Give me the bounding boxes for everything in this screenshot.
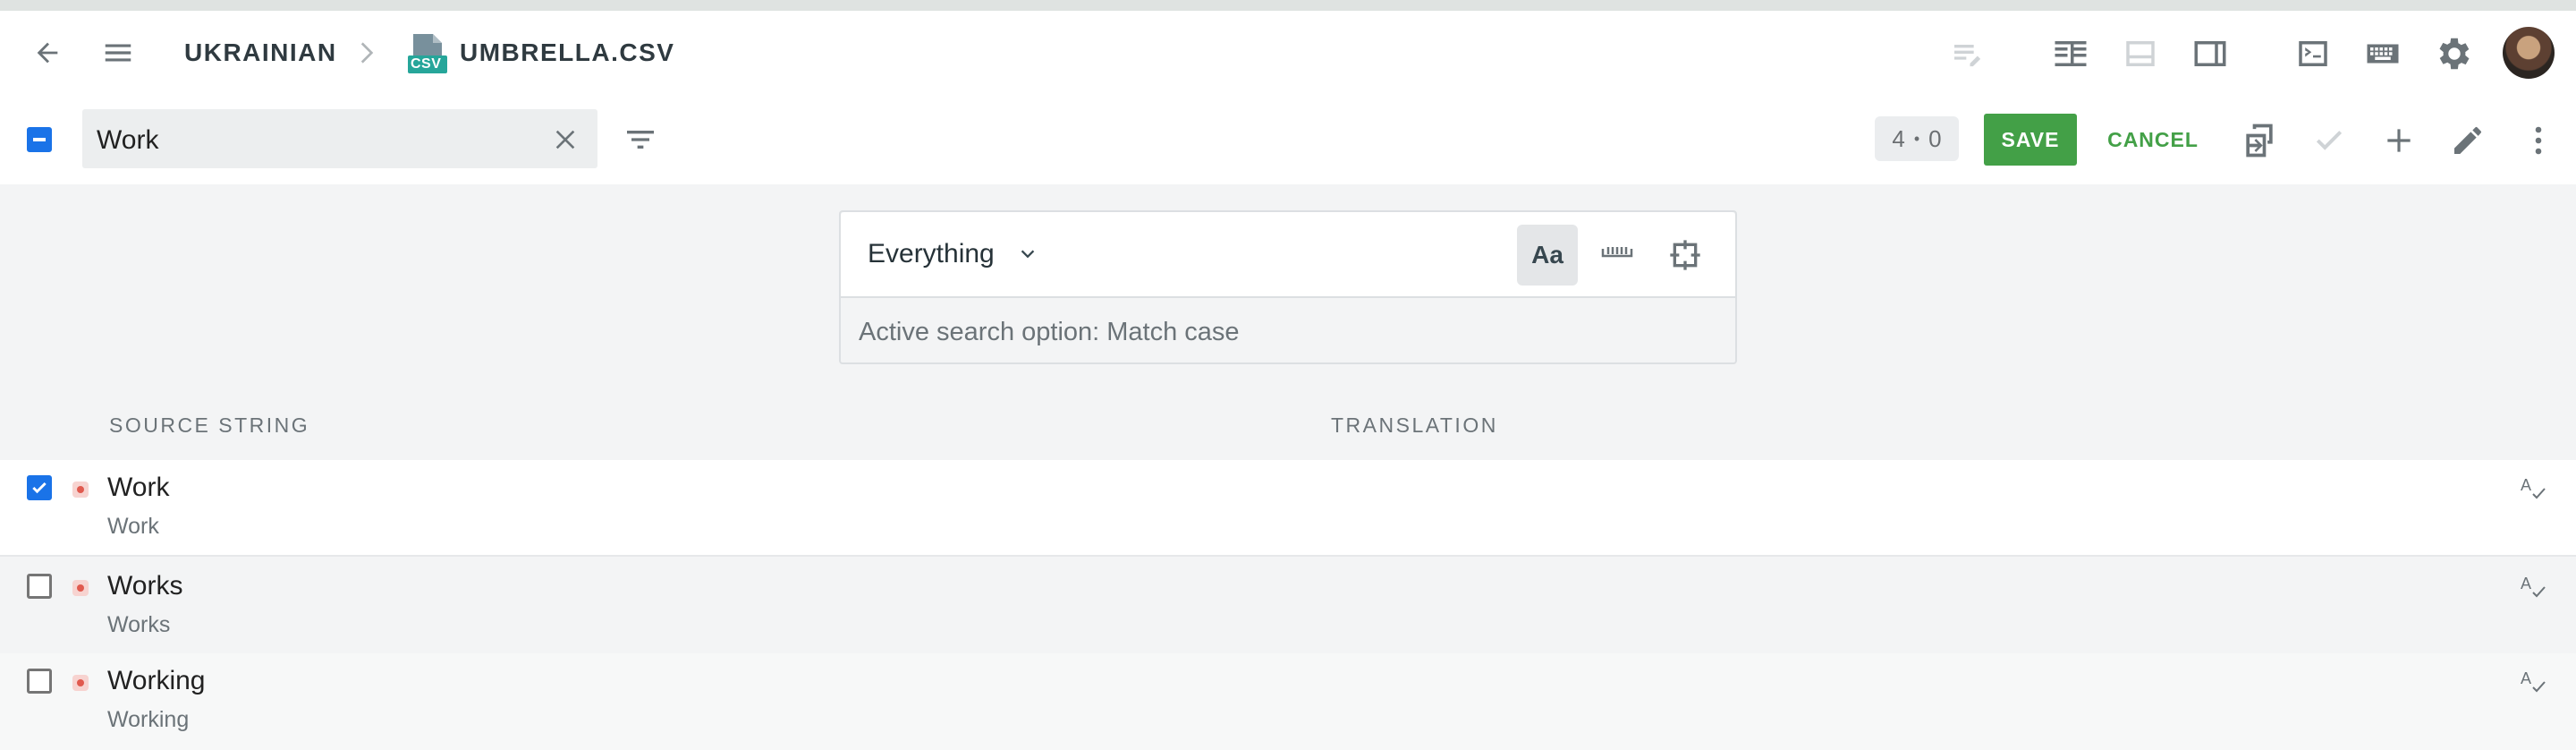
- bottom-panel-toggle[interactable]: [2118, 32, 2163, 75]
- context-text: Working: [107, 707, 190, 732]
- spellcheck-icon[interactable]: A: [2521, 474, 2547, 507]
- header-bar: UKRAINIAN CSV UMBRELLA.CSV: [0, 11, 2576, 95]
- row-checkbox[interactable]: [27, 475, 52, 500]
- row-checkbox[interactable]: [27, 669, 52, 694]
- arrow-left-icon: [37, 42, 58, 64]
- search-field[interactable]: Work: [82, 109, 597, 168]
- string-row[interactable]: Work Work A: [0, 460, 2576, 557]
- counter-separator: •: [1913, 129, 1920, 148]
- hamburger-icon: [105, 44, 131, 62]
- close-icon: [555, 130, 575, 149]
- exact-match-icon: [1670, 240, 1700, 270]
- filter-button[interactable]: [617, 118, 664, 161]
- svg-text:A: A: [2521, 669, 2531, 687]
- search-options-hint: Active search option: Match case: [859, 318, 1240, 346]
- source-text: Work: [107, 473, 170, 502]
- chevron-right-icon: [354, 38, 377, 72]
- keyboard-shortcuts-button[interactable]: [2360, 32, 2406, 75]
- settings-button[interactable]: [2431, 30, 2478, 77]
- file-type-badge: CSV: [411, 56, 442, 72]
- add-string-button[interactable]: [2377, 118, 2420, 163]
- svg-text:A: A: [2521, 476, 2531, 494]
- string-counter: 4 • 0: [1875, 116, 1959, 161]
- save-button[interactable]: SAVE: [1984, 114, 2077, 166]
- source-text: Works: [107, 571, 183, 601]
- user-avatar[interactable]: [2503, 27, 2555, 79]
- side-panel-icon: [2194, 41, 2226, 66]
- counter-left: 4: [1892, 124, 1905, 152]
- gear-icon: [2439, 38, 2470, 70]
- search-scope-select[interactable]: Everything: [868, 239, 1038, 269]
- back-button[interactable]: [25, 30, 70, 75]
- breadcrumb-language[interactable]: UKRAINIAN: [184, 38, 337, 67]
- untranslated-status-icon: [72, 482, 89, 498]
- untranslated-status-icon: [72, 580, 89, 596]
- chevron-down-icon: [1021, 250, 1034, 259]
- checkmark-icon: [32, 482, 47, 494]
- top-progress-strip: [0, 0, 2576, 11]
- clear-search-button[interactable]: [547, 122, 583, 158]
- string-row[interactable]: Working Working A: [0, 653, 2576, 750]
- match-case-label: Aa: [1531, 241, 1563, 268]
- string-row[interactable]: Works Works A: [0, 558, 2576, 655]
- counter-right: 0: [1928, 124, 1942, 152]
- spellcheck-icon[interactable]: A: [2521, 668, 2547, 701]
- context-text: Works: [107, 612, 171, 637]
- console-button[interactable]: [2290, 32, 2336, 75]
- pencil-icon: [2454, 127, 2481, 154]
- context-text: Work: [107, 514, 159, 539]
- breadcrumb-file-name[interactable]: UMBRELLA.CSV: [460, 38, 674, 67]
- table-layout-icon: [2055, 41, 2087, 66]
- check-icon: [2316, 131, 2343, 150]
- table-view-button[interactable]: [2048, 32, 2093, 75]
- plus-icon: [2387, 129, 2411, 152]
- editor-toolbar: Work 4 • 0 SAVE CANCEL: [0, 95, 2576, 184]
- translation-column-header: TRANSLATION: [1331, 413, 1498, 437]
- select-all-checkbox[interactable]: [27, 127, 52, 152]
- edit-string-button[interactable]: [2445, 118, 2490, 163]
- match-case-toggle[interactable]: Aa: [1517, 225, 1578, 286]
- bottom-panel-icon: [2126, 41, 2155, 66]
- minus-icon: [33, 138, 46, 141]
- untranslated-status-icon: [72, 675, 89, 691]
- csv-file-icon: CSV: [408, 32, 447, 75]
- menu-button[interactable]: [95, 30, 141, 75]
- search-options-bar: Everything Aa: [841, 212, 1735, 298]
- more-vert-icon: [2535, 126, 2542, 155]
- svg-text:A: A: [2521, 575, 2531, 592]
- source-text: Working: [107, 666, 206, 695]
- more-options-button[interactable]: [2521, 118, 2556, 163]
- spellcheck-icon[interactable]: A: [2521, 573, 2547, 606]
- copy-to-translation-icon: [2246, 124, 2273, 158]
- row-checkbox[interactable]: [27, 574, 52, 599]
- cancel-button[interactable]: CANCEL: [2102, 114, 2204, 166]
- exact-match-toggle[interactable]: [1655, 225, 1716, 286]
- editor-mode-button[interactable]: [1946, 32, 1989, 75]
- search-input-value: Work: [97, 125, 159, 155]
- source-string-column-header: SOURCE STRING: [109, 413, 310, 437]
- terminal-icon: [2299, 41, 2327, 66]
- side-panel-toggle[interactable]: [2188, 32, 2233, 75]
- search-scope-value: Everything: [868, 239, 995, 268]
- whole-word-toggle[interactable]: [1587, 225, 1648, 286]
- filter-list-icon: [627, 131, 654, 149]
- notes-edit-icon: [1954, 45, 1981, 67]
- copy-source-button[interactable]: [2236, 118, 2283, 163]
- keyboard-icon: [2367, 44, 2399, 64]
- whole-word-icon: [1601, 247, 1633, 258]
- approve-button[interactable]: [2308, 118, 2351, 163]
- search-options-panel: Everything Aa Active search option: Matc…: [839, 210, 1737, 364]
